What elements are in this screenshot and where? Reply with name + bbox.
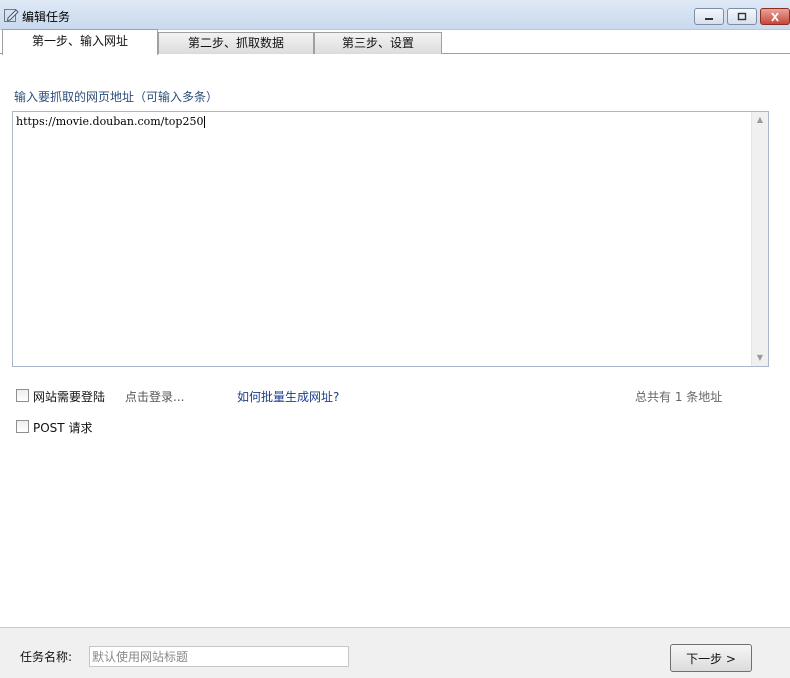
- url-value-text: https://movie.douban.com/top250: [16, 115, 204, 128]
- login-required-checkbox[interactable]: [16, 389, 29, 402]
- text-caret: [204, 116, 206, 128]
- batch-generate-urls-link[interactable]: 如何批量生成网址?: [237, 388, 339, 405]
- task-name-label: 任务名称:: [20, 650, 73, 664]
- tab-strip: 第一步、输入网址 第二步、抓取数据 第三步、设置: [0, 29, 790, 55]
- title-bar: 编辑任务: [0, 0, 790, 30]
- close-button[interactable]: [760, 8, 790, 25]
- tab-step-2-scrape-data[interactable]: 第二步、抓取数据: [158, 32, 314, 54]
- vertical-scrollbar[interactable]: ▲ ▼: [751, 112, 768, 366]
- post-request-checkbox[interactable]: [16, 420, 29, 433]
- scroll-up-icon[interactable]: ▲: [752, 112, 768, 128]
- minimize-button[interactable]: [694, 8, 724, 25]
- login-required-label[interactable]: 网站需要登陆: [33, 388, 105, 405]
- url-textarea-value: https://movie.douban.com/top250: [16, 115, 206, 128]
- next-step-button[interactable]: 下一步 >: [670, 644, 752, 672]
- url-input-label: 输入要抓取的网页地址（可输入多条）: [14, 90, 219, 104]
- minimize-icon: [695, 9, 723, 24]
- maximize-button[interactable]: [727, 8, 757, 25]
- url-count-text: 总共有 1 条地址: [635, 390, 723, 404]
- tab-step-3-settings[interactable]: 第三步、设置: [314, 32, 442, 54]
- footer-bar: 任务名称: 下一步 >: [0, 627, 790, 678]
- task-name-input[interactable]: [89, 646, 349, 667]
- maximize-icon: [728, 9, 756, 24]
- url-textarea[interactable]: https://movie.douban.com/top250 ▲ ▼: [12, 111, 769, 367]
- close-icon: [761, 9, 789, 24]
- post-request-label[interactable]: POST 请求: [33, 419, 92, 436]
- window-title: 编辑任务: [22, 10, 71, 24]
- login-link[interactable]: 点击登录...: [125, 388, 184, 405]
- pencil-icon: [3, 7, 19, 23]
- tab-step-1-enter-url[interactable]: 第一步、输入网址: [2, 29, 158, 55]
- scroll-down-icon[interactable]: ▼: [752, 350, 768, 366]
